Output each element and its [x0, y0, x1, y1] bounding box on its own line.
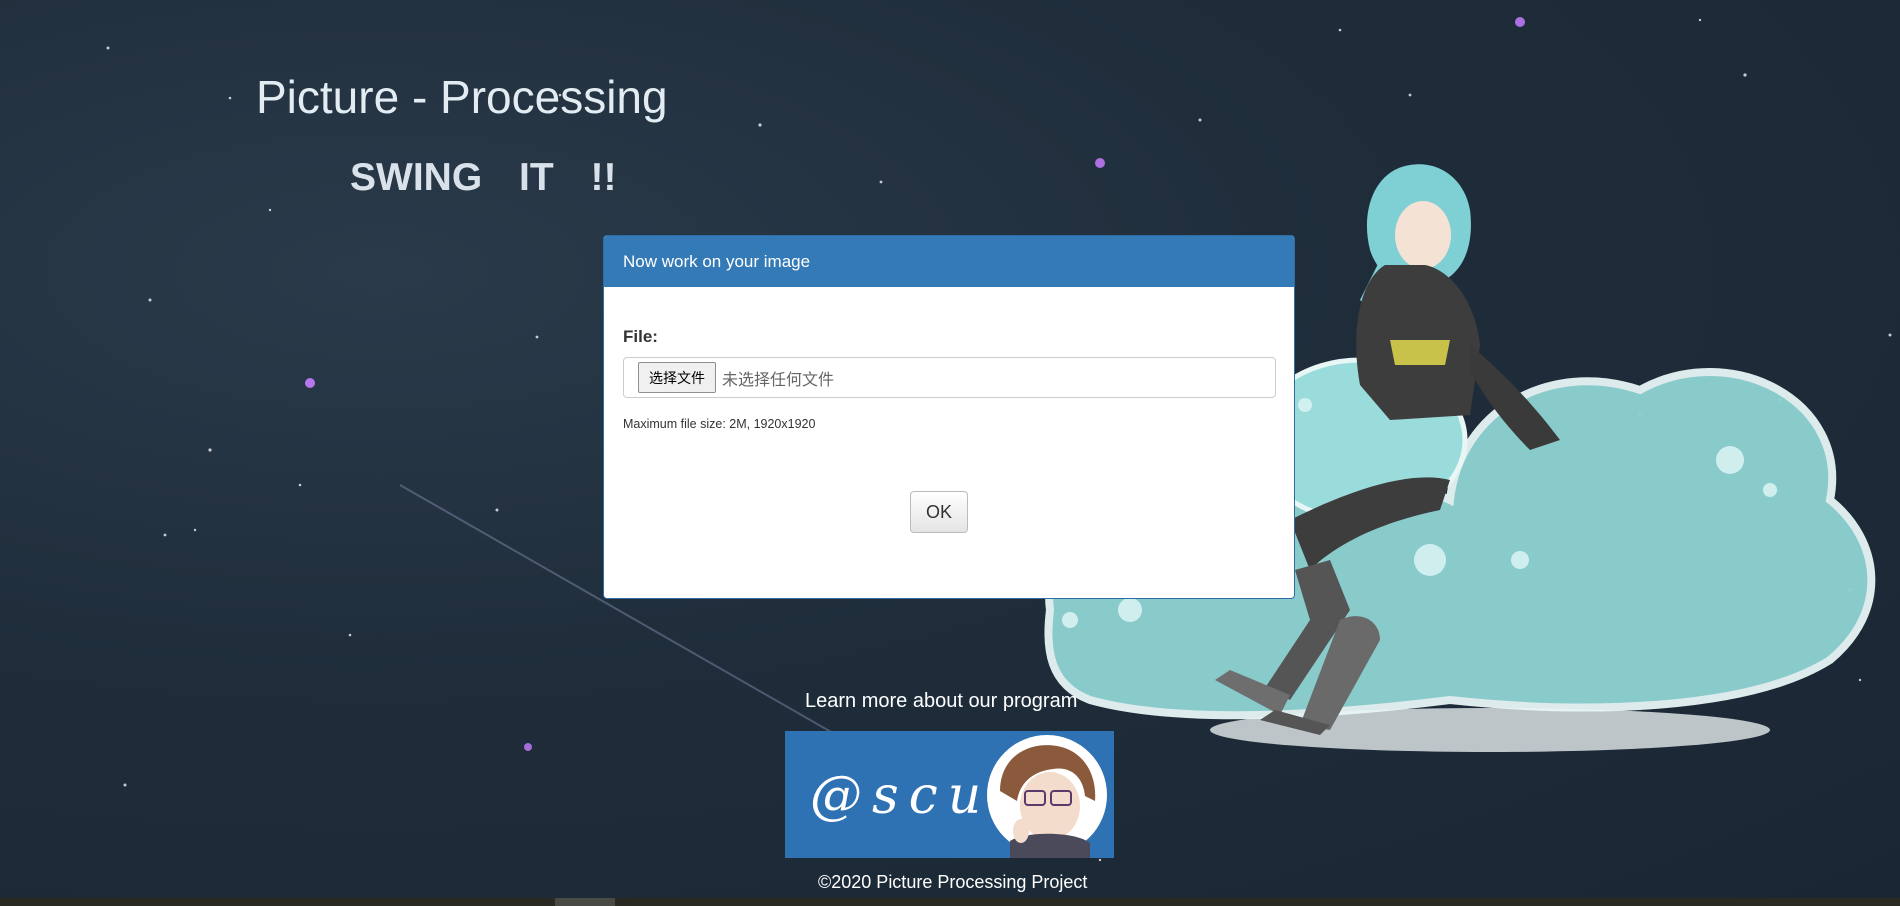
scrollbar-thumb[interactable] — [555, 898, 615, 906]
file-status-text: 未选择任何文件 — [722, 369, 835, 389]
ok-submit-button[interactable]: OK — [910, 491, 968, 533]
upload-panel-body: File: 选择文件 未选择任何文件 Maximum file size: 2M… — [604, 287, 1294, 598]
file-label: File: — [623, 327, 658, 346]
choose-file-button[interactable]: 选择文件 — [638, 362, 716, 393]
horizontal-scrollbar[interactable] — [0, 898, 1900, 906]
banner-text: @scu — [810, 766, 991, 826]
site-tagline: SWING IT !! — [350, 156, 617, 199]
upload-panel: Now work on your image File: 选择文件 未选择任何文… — [603, 235, 1295, 599]
learn-more-link[interactable]: Learn more about our program — [805, 690, 1077, 713]
site-title: Picture - Processing — [256, 71, 668, 123]
file-size-help-text: Maximum file size: 2M, 1920x1920 — [623, 417, 816, 431]
upload-panel-heading: Now work on your image — [604, 236, 1294, 287]
file-input[interactable]: 选择文件 未选择任何文件 — [623, 357, 1276, 398]
scu-banner-image: @scu — [810, 735, 1107, 858]
scu-banner-link[interactable]: @scu — [785, 731, 1114, 858]
copyright-text: ©2020 Picture Processing Project — [818, 872, 1088, 892]
